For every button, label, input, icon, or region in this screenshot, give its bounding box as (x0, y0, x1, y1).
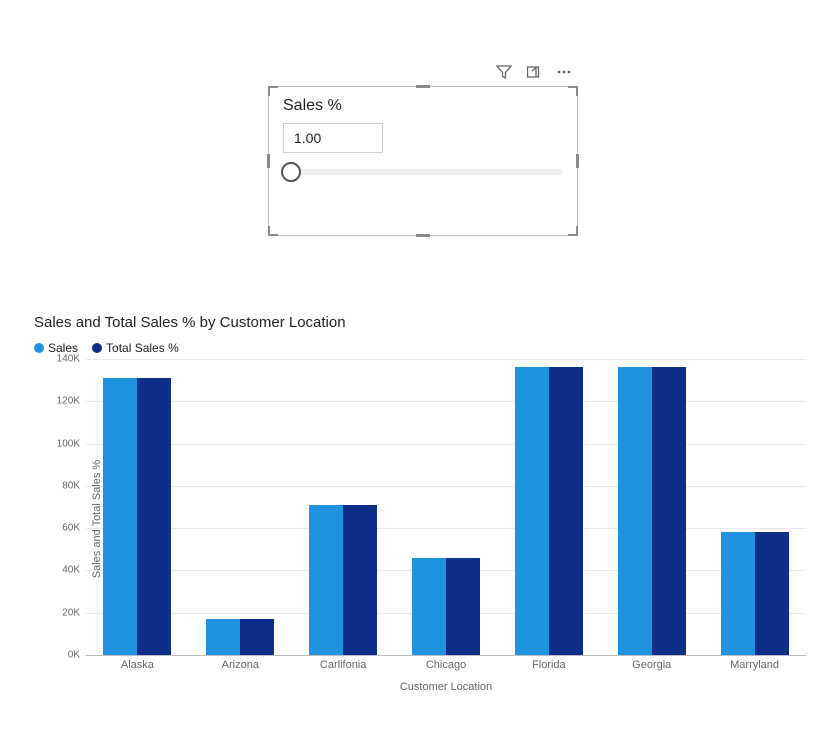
focus-mode-icon[interactable] (526, 64, 542, 80)
bar[interactable] (755, 532, 789, 655)
bar-group (600, 359, 703, 655)
bar[interactable] (103, 378, 137, 655)
x-tick-label: Marryland (703, 659, 806, 679)
slicer-title: Sales % (283, 97, 563, 115)
resize-handle-br[interactable] (568, 226, 578, 236)
x-tick-label: Florida (497, 659, 600, 679)
x-axis-title: Customer Location (86, 681, 806, 693)
bar[interactable] (309, 505, 343, 655)
bar-group (86, 359, 189, 655)
chart-plot-area: Sales and Total Sales % 0K20K40K60K80K10… (86, 359, 806, 679)
bar[interactable] (515, 367, 549, 655)
resize-handle-r[interactable] (576, 154, 579, 168)
bar[interactable] (240, 619, 274, 655)
y-tick-label: 20K (46, 607, 80, 618)
visual-header-toolbar (268, 64, 578, 86)
y-tick-label: 140K (46, 354, 80, 365)
bar-group (703, 359, 806, 655)
x-axis-labels: AlaskaArizonaCarlifoniaChicagoFloridaGeo… (86, 659, 806, 679)
slicer-value-input[interactable]: 1.00 (283, 123, 383, 153)
bar[interactable] (412, 558, 446, 655)
x-tick-label: Alaska (86, 659, 189, 679)
resize-handle-bl[interactable] (268, 226, 278, 236)
bar-group (292, 359, 395, 655)
bar[interactable] (721, 532, 755, 655)
visual-selection-frame[interactable]: Sales % 1.00 (268, 86, 578, 236)
x-tick-label: Georgia (600, 659, 703, 679)
slicer-slider-thumb[interactable] (281, 162, 301, 182)
chart-title: Sales and Total Sales % by Customer Loca… (34, 314, 806, 331)
chart-legend: SalesTotal Sales % (34, 341, 806, 355)
resize-handle-t[interactable] (416, 85, 430, 88)
slicer-slider-track[interactable] (283, 169, 563, 175)
resize-handle-tl[interactable] (268, 86, 278, 96)
bar-group (395, 359, 498, 655)
more-options-icon[interactable] (556, 64, 572, 80)
bar[interactable] (618, 367, 652, 655)
bar[interactable] (343, 505, 377, 655)
y-tick-label: 100K (46, 438, 80, 449)
slicer-visual: Sales % 1.00 (268, 64, 578, 236)
y-tick-label: 120K (46, 396, 80, 407)
y-tick-label: 0K (46, 650, 80, 661)
resize-handle-b[interactable] (416, 234, 430, 237)
resize-handle-tr[interactable] (568, 86, 578, 96)
bar[interactable] (446, 558, 480, 655)
bar[interactable] (549, 367, 583, 655)
bar-group (189, 359, 292, 655)
gridline (86, 655, 806, 656)
legend-label: Total Sales % (106, 341, 179, 355)
bar[interactable] (206, 619, 240, 655)
legend-item[interactable]: Total Sales % (92, 341, 179, 355)
y-tick-label: 60K (46, 523, 80, 534)
legend-swatch (92, 343, 102, 353)
bar[interactable] (137, 378, 171, 655)
y-tick-label: 80K (46, 480, 80, 491)
legend-swatch (34, 343, 44, 353)
x-tick-label: Arizona (189, 659, 292, 679)
resize-handle-l[interactable] (267, 154, 270, 168)
x-tick-label: Chicago (395, 659, 498, 679)
chart-bars (86, 359, 806, 655)
bar[interactable] (652, 367, 686, 655)
y-tick-label: 40K (46, 565, 80, 576)
filter-icon[interactable] (496, 64, 512, 80)
bar-chart-visual: Sales and Total Sales % by Customer Loca… (34, 314, 806, 693)
bar-group (497, 359, 600, 655)
x-tick-label: Carlifonia (292, 659, 395, 679)
